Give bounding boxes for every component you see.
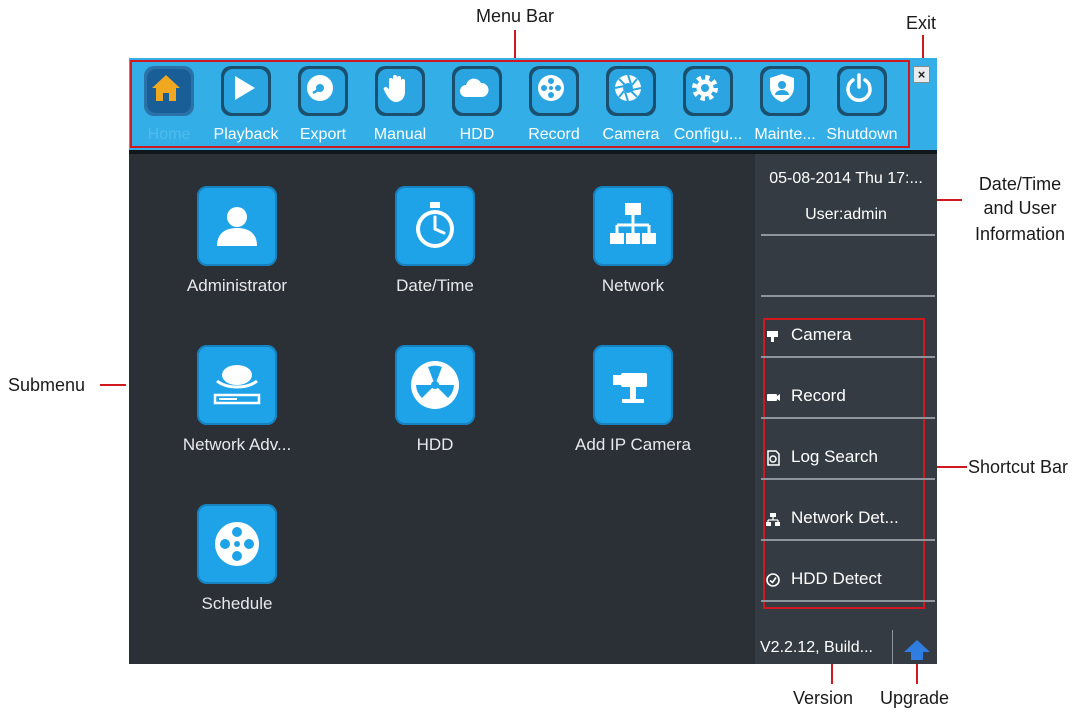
film-reel-icon	[529, 66, 579, 116]
hdd-icon	[395, 345, 475, 425]
menu-item-record[interactable]: Record	[517, 66, 591, 150]
divider	[761, 417, 935, 419]
shortcut-network-detect-label: Network Det...	[791, 508, 899, 527]
callout-date-time-label-1: Date/Time	[978, 174, 1062, 194]
divider	[761, 539, 935, 541]
menu-item-configuration-label: Configu...	[673, 126, 743, 143]
hand-icon	[375, 66, 425, 116]
camera-icon	[767, 331, 778, 342]
submenu-network-advanced-label: Network Adv...	[182, 435, 292, 454]
home-icon	[144, 66, 194, 116]
submenu-add-ip-camera[interactable]: Add IP Camera	[553, 345, 713, 475]
shortcut-log-search[interactable]: Log Search	[765, 443, 930, 473]
callout-menu-bar-line	[514, 30, 516, 60]
shortcut-record-label: Record	[791, 386, 846, 405]
menu-item-record-label: Record	[528, 126, 580, 143]
status-user: User:admin	[805, 206, 887, 223]
submenu-schedule[interactable]: Schedule	[157, 504, 317, 634]
divider	[761, 356, 935, 358]
menu-bar: Home Playback Export Manual HDD Record C…	[129, 58, 937, 150]
shortcut-record[interactable]: Record	[765, 382, 930, 412]
menu-item-playback[interactable]: Playback	[209, 66, 283, 150]
footer-divider	[892, 630, 893, 664]
right-panel: 05-08-2014 Thu 17:... User:admin Camera …	[755, 154, 937, 664]
callout-date-time-label-2: and User	[983, 198, 1057, 218]
submenu-administrator[interactable]: Administrator	[157, 186, 317, 316]
menu-item-manual[interactable]: Manual	[363, 66, 437, 150]
version-text: V2.2.12, Build...	[760, 639, 873, 656]
menu-item-shutdown[interactable]: Shutdown	[825, 66, 899, 150]
submenu-add-ip-camera-label: Add IP Camera	[575, 435, 691, 454]
menu-item-export[interactable]: Export	[286, 66, 360, 150]
menu-item-shutdown-label: Shutdown	[826, 126, 898, 143]
shortcut-hdd-detect-label: HDD Detect	[791, 569, 882, 588]
submenu-network-advanced[interactable]: Network Adv...	[157, 345, 317, 475]
network-icon	[593, 186, 673, 266]
submenu-network[interactable]: Network	[553, 186, 713, 316]
callout-version-label: Version	[793, 688, 854, 708]
callout-shortcut-bar-label: Shortcut Bar	[968, 457, 1069, 477]
callout-upgrade-label: Upgrade	[880, 688, 950, 708]
callout-exit-label: Exit	[906, 13, 937, 33]
submenu-schedule-label: Schedule	[201, 594, 273, 613]
stopwatch-icon	[395, 186, 475, 266]
menu-item-camera-label: Camera	[602, 126, 660, 143]
ip-camera-icon	[593, 345, 673, 425]
divider	[761, 295, 935, 297]
shortcut-hdd-detect[interactable]: HDD Detect	[765, 565, 930, 595]
divider	[761, 478, 935, 480]
callout-date-time-label-3: Information	[974, 224, 1066, 244]
cloud-icon	[452, 66, 502, 116]
network-device-icon	[197, 345, 277, 425]
power-icon	[837, 66, 887, 116]
shield-user-icon	[760, 66, 810, 116]
menu-item-camera[interactable]: Camera	[594, 66, 668, 150]
shortcut-camera[interactable]: Camera	[765, 321, 930, 351]
submenu-hdd-label: HDD	[416, 435, 454, 454]
log-search-icon	[767, 450, 780, 466]
status-datetime: 05-08-2014 Thu 17:...	[769, 170, 923, 187]
hdd-detect-icon	[766, 573, 780, 587]
menu-item-home-label: Home	[147, 126, 191, 143]
exit-button[interactable]: ×	[913, 66, 930, 83]
dvr-main-window: Home Playback Export Manual HDD Record C…	[129, 58, 937, 664]
reel-icon	[197, 504, 277, 584]
menu-item-configuration[interactable]: Configu...	[671, 66, 745, 150]
submenu-network-label: Network	[601, 276, 665, 295]
divider	[761, 234, 935, 236]
submenu-date-time-label: Date/Time	[396, 276, 474, 295]
menu-item-hdd-label: HDD	[459, 126, 495, 143]
menu-item-maintenance-label: Mainte...	[754, 126, 816, 143]
disc-icon	[298, 66, 348, 116]
aperture-icon	[606, 66, 656, 116]
menu-item-export-label: Export	[299, 126, 347, 143]
play-icon	[221, 66, 271, 116]
menu-item-manual-label: Manual	[373, 126, 427, 143]
gear-icon	[683, 66, 733, 116]
callout-submenu-label: Submenu	[8, 375, 86, 395]
menu-item-hdd[interactable]: HDD	[440, 66, 514, 150]
submenu-date-time[interactable]: Date/Time	[355, 186, 515, 316]
network-detect-icon	[766, 513, 780, 526]
shortcut-log-search-label: Log Search	[791, 447, 878, 466]
upgrade-arrow-icon[interactable]	[903, 638, 931, 662]
menu-item-home[interactable]: Home	[132, 66, 206, 150]
shortcut-network-detect[interactable]: Network Det...	[765, 504, 930, 534]
record-icon	[767, 394, 780, 401]
submenu-hdd[interactable]: HDD	[355, 345, 515, 475]
callout-menu-bar-label: Menu Bar	[476, 6, 555, 26]
user-icon	[197, 186, 277, 266]
shortcut-camera-label: Camera	[791, 325, 852, 344]
menu-item-playback-label: Playback	[213, 126, 279, 143]
menu-item-maintenance[interactable]: Mainte...	[748, 66, 822, 150]
divider	[761, 600, 935, 602]
callout-submenu-line	[100, 384, 126, 386]
submenu-administrator-label: Administrator	[186, 276, 288, 295]
